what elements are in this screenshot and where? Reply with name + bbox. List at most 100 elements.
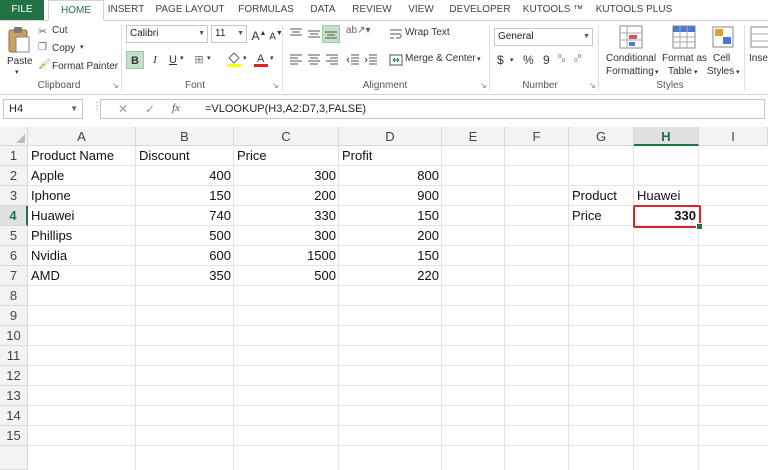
align-center-icon[interactable] — [307, 53, 321, 67]
font-name-select[interactable]: Calibri ▼ — [126, 25, 208, 43]
cell-b4[interactable]: 740 — [136, 206, 234, 226]
cell-c2[interactable]: 300 — [234, 166, 339, 186]
number-format-select[interactable]: General ▼ — [494, 28, 593, 46]
cancel-icon[interactable]: ✕ — [118, 102, 128, 116]
row-header[interactable]: 10 — [0, 326, 28, 346]
align-bottom-button[interactable] — [322, 25, 340, 43]
cell-d2[interactable]: 800 — [339, 166, 442, 186]
currency-button[interactable]: $ — [497, 53, 504, 67]
orientation-icon[interactable]: ab↗▾ — [346, 25, 371, 36]
cell-a1[interactable]: Product Name — [28, 146, 136, 166]
cell-d4[interactable]: 150 — [339, 206, 442, 226]
row-header[interactable]: 14 — [0, 406, 28, 426]
font-size-select[interactable]: 11 ▼ — [211, 25, 247, 43]
align-middle-icon[interactable] — [307, 27, 321, 41]
row-header[interactable] — [0, 446, 28, 470]
tab-developer[interactable]: DEVELOPER — [448, 0, 512, 20]
cell-a7[interactable]: AMD — [28, 266, 136, 286]
cell-g4[interactable]: Price — [569, 206, 634, 226]
column-header-a[interactable]: A — [28, 127, 136, 146]
format-painter-button[interactable]: Format Painter — [52, 61, 118, 72]
cell-b3[interactable]: 150 — [136, 186, 234, 206]
cell-b5[interactable]: 500 — [136, 226, 234, 246]
cell-c6[interactable]: 1500 — [234, 246, 339, 266]
cell-a4[interactable]: Huawei — [28, 206, 136, 226]
tab-review[interactable]: REVIEW — [350, 0, 394, 20]
tab-kutools-plus[interactable]: KUTOOLS PLUS — [594, 0, 674, 20]
tab-data[interactable]: DATA — [305, 0, 341, 20]
column-header-e[interactable]: E — [442, 127, 505, 146]
name-box[interactable]: H4 ▼ — [3, 99, 83, 119]
column-header-d[interactable]: D — [339, 127, 442, 146]
cell-c1[interactable]: Price — [234, 146, 339, 166]
row-header[interactable]: 12 — [0, 366, 28, 386]
font-launcher-icon[interactable]: ↘ — [272, 81, 279, 90]
enter-icon[interactable]: ✓ — [145, 102, 155, 116]
number-launcher-icon[interactable]: ↘ — [589, 81, 596, 90]
conditional-formatting-button[interactable]: Conditional Formatting ▾ — [603, 23, 659, 79]
cell-d1[interactable]: Profit — [339, 146, 442, 166]
cell-d5[interactable]: 200 — [339, 226, 442, 246]
alignment-launcher-icon[interactable]: ↘ — [480, 81, 487, 90]
cell-d7[interactable]: 220 — [339, 266, 442, 286]
tab-insert[interactable]: INSERT — [104, 0, 148, 20]
increase-indent-icon[interactable] — [364, 53, 378, 67]
borders-icon[interactable]: ⊞ — [190, 51, 208, 69]
tab-view[interactable]: VIEW — [403, 0, 439, 20]
row-header[interactable]: 9 — [0, 306, 28, 326]
cell-h3[interactable]: Huawei — [634, 186, 699, 206]
row-header[interactable]: 5 — [0, 226, 28, 246]
cut-button[interactable]: Cut — [52, 25, 68, 36]
format-as-table-button[interactable]: Format as Table ▾ — [660, 23, 708, 79]
fill-color-button[interactable] — [225, 51, 243, 69]
align-left-icon[interactable] — [289, 53, 303, 67]
font-color-button[interactable]: A — [252, 51, 270, 69]
cell-c5[interactable]: 300 — [234, 226, 339, 246]
select-all-button[interactable] — [0, 127, 28, 146]
row-header[interactable]: 13 — [0, 386, 28, 406]
insert-cells-button[interactable]: Inse — [748, 23, 768, 79]
decrease-decimal-icon[interactable]: ₀⁰ — [574, 53, 581, 64]
cell-b7[interactable]: 350 — [136, 266, 234, 286]
column-header-b[interactable]: B — [136, 127, 234, 146]
align-right-icon[interactable] — [325, 53, 339, 67]
row-header[interactable]: 8 — [0, 286, 28, 306]
row-header[interactable]: 6 — [0, 246, 28, 266]
row-header[interactable]: 15 — [0, 426, 28, 446]
grow-font-button[interactable]: A▲ — [250, 25, 268, 43]
align-top-icon[interactable] — [289, 27, 303, 41]
cell-b2[interactable]: 400 — [136, 166, 234, 186]
row-header[interactable]: 4 — [0, 206, 28, 226]
cell-d6[interactable]: 150 — [339, 246, 442, 266]
cell-a2[interactable]: Apple — [28, 166, 136, 186]
cell-c3[interactable]: 200 — [234, 186, 339, 206]
merge-center-button[interactable]: Merge & Center — [405, 53, 476, 64]
worksheet-grid[interactable]: A B C D E F G H I 1 2 3 4 5 6 7 8 9 10 1… — [0, 127, 768, 470]
cell-b6[interactable]: 600 — [136, 246, 234, 266]
formula-input[interactable]: =VLOOKUP(H3,A2:D7,3,FALSE) — [200, 99, 765, 119]
cell-a5[interactable]: Phillips — [28, 226, 136, 246]
tab-home[interactable]: HOME — [48, 0, 104, 21]
cell-styles-button[interactable]: Cell Styles ▾ — [706, 23, 742, 79]
cell-a6[interactable]: Nvidia — [28, 246, 136, 266]
cell-d3[interactable]: 900 — [339, 186, 442, 206]
column-header-g[interactable]: G — [569, 127, 634, 146]
row-header[interactable]: 1 — [0, 146, 28, 166]
row-header[interactable]: 7 — [0, 266, 28, 286]
column-header-f[interactable]: F — [505, 127, 569, 146]
percent-button[interactable]: % — [523, 53, 534, 67]
increase-decimal-icon[interactable]: ⁰₀ — [558, 53, 565, 64]
row-header[interactable]: 2 — [0, 166, 28, 186]
column-header-c[interactable]: C — [234, 127, 339, 146]
tab-page-layout[interactable]: PAGE LAYOUT — [153, 0, 227, 20]
cell-g3[interactable]: Product — [569, 186, 634, 206]
column-header-h[interactable]: H — [634, 127, 699, 146]
cell-c4[interactable]: 330 — [234, 206, 339, 226]
decrease-indent-icon[interactable] — [346, 53, 360, 67]
cell-c7[interactable]: 500 — [234, 266, 339, 286]
copy-button[interactable]: Copy — [52, 43, 75, 54]
column-header-i[interactable]: I — [699, 127, 768, 146]
tab-kutools[interactable]: KUTOOLS ™ — [521, 0, 585, 20]
tab-formulas[interactable]: FORMULAS — [236, 0, 296, 20]
row-header[interactable]: 3 — [0, 186, 28, 206]
